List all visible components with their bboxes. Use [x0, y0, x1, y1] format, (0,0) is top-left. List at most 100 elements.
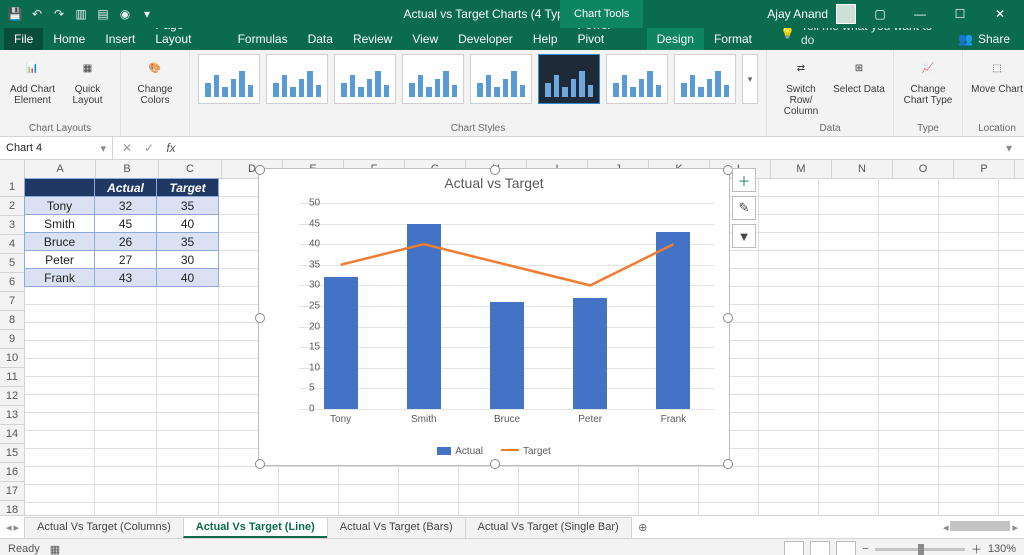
table-cell[interactable]: Tony [25, 197, 95, 215]
chart-styles-button[interactable]: ✎ [732, 196, 756, 220]
share-button[interactable]: 👥Share [944, 28, 1024, 50]
table-cell[interactable]: 32 [95, 197, 157, 215]
sheet-tab[interactable]: Actual Vs Target (Columns) [24, 517, 184, 538]
tab-home[interactable]: Home [43, 28, 95, 50]
row-header[interactable]: 15 [0, 444, 24, 463]
user-name[interactable]: Ajay Anand [767, 7, 828, 21]
avatar[interactable] [836, 4, 856, 24]
change-colors-button[interactable]: 🎨Change Colors [129, 54, 181, 106]
row-header[interactable]: 9 [0, 330, 24, 349]
col-header[interactable]: B [96, 160, 159, 178]
tab-design[interactable]: Design [647, 28, 704, 50]
new-sheet-button[interactable]: ⊕ [632, 521, 654, 534]
row-header[interactable]: 13 [0, 406, 24, 425]
chart-style-thumb[interactable] [470, 54, 532, 104]
camera-icon[interactable]: ◉ [118, 7, 132, 21]
chart-object[interactable]: Actual vs Target 05101520253035404550Ton… [258, 168, 730, 466]
table-cell[interactable]: 43 [95, 269, 157, 287]
row-header[interactable]: 1 [0, 178, 24, 197]
sheet-nav-prev-icon[interactable]: ◂ [6, 521, 12, 534]
page-layout-view-button[interactable] [810, 541, 830, 555]
ribbon-options-icon[interactable]: ▢ [864, 0, 896, 28]
sheet-nav-next-icon[interactable]: ▸ [14, 521, 20, 534]
row-header[interactable]: 10 [0, 349, 24, 368]
table-cell[interactable]: 40 [157, 215, 219, 233]
redo-icon[interactable]: ↷ [52, 7, 66, 21]
row-header[interactable]: 18 [0, 501, 24, 515]
tab-data[interactable]: Data [298, 28, 343, 50]
styles-more-icon[interactable]: ▾ [742, 54, 758, 104]
macro-record-icon[interactable]: ▦ [50, 543, 60, 555]
row-header[interactable]: 7 [0, 292, 24, 311]
maximize-icon[interactable]: ☐ [944, 0, 976, 28]
sheet-tab[interactable]: Actual Vs Target (Single Bar) [465, 517, 632, 538]
change-chart-type-button[interactable]: 📈Change Chart Type [902, 54, 954, 106]
tab-developer[interactable]: Developer [448, 28, 523, 50]
enter-formula-icon[interactable]: ✓ [141, 141, 157, 155]
chart-filters-button[interactable]: ▼ [732, 224, 756, 248]
table-header-cell[interactable]: Target [157, 179, 219, 197]
row-header[interactable]: 6 [0, 273, 24, 292]
qat-icon[interactable]: ▥ [74, 7, 88, 21]
worksheet-grid[interactable]: ABCDEFGHIJKLMNOP 12345678910111213141516… [0, 160, 1024, 515]
row-header[interactable]: 16 [0, 463, 24, 482]
row-header[interactable]: 3 [0, 216, 24, 235]
row-header[interactable]: 8 [0, 311, 24, 330]
tab-insert[interactable]: Insert [95, 28, 145, 50]
row-header[interactable]: 4 [0, 235, 24, 254]
autosave-icon[interactable]: 💾 [8, 7, 22, 21]
page-break-view-button[interactable] [836, 541, 856, 555]
table-cell[interactable]: Peter [25, 251, 95, 269]
row-header[interactable]: 11 [0, 368, 24, 387]
chevron-down-icon[interactable]: ▾ [100, 142, 106, 155]
tab-format[interactable]: Format [704, 28, 762, 50]
table-cell[interactable]: Smith [25, 215, 95, 233]
normal-view-button[interactable] [784, 541, 804, 555]
row-header[interactable]: 2 [0, 197, 24, 216]
select-all-corner[interactable] [0, 160, 25, 178]
tab-view[interactable]: View [402, 28, 448, 50]
sheet-tab[interactable]: Actual Vs Target (Line) [183, 517, 328, 538]
table-cell[interactable]: 40 [157, 269, 219, 287]
line-series[interactable] [299, 203, 715, 409]
tab-formulas[interactable]: Formulas [228, 28, 298, 50]
chart-title[interactable]: Actual vs Target [259, 175, 729, 191]
qat-more-icon[interactable]: ▾ [140, 7, 154, 21]
table-cell[interactable]: 27 [95, 251, 157, 269]
chart-style-thumb[interactable] [402, 54, 464, 104]
chart-style-thumb[interactable] [266, 54, 328, 104]
row-header[interactable]: 14 [0, 425, 24, 444]
table-cell[interactable]: Bruce [25, 233, 95, 251]
formula-bar[interactable] [185, 140, 994, 156]
chart-style-thumb[interactable] [334, 54, 396, 104]
col-header[interactable]: C [159, 160, 222, 178]
col-header[interactable]: A [25, 160, 96, 178]
table-cell[interactable]: 26 [95, 233, 157, 251]
col-header[interactable]: N [832, 160, 893, 178]
row-header[interactable]: 17 [0, 482, 24, 501]
sheet-tab[interactable]: Actual Vs Target (Bars) [327, 517, 466, 538]
plot-area[interactable]: 05101520253035404550TonySmithBrucePeterF… [299, 203, 715, 409]
select-data-button[interactable]: ⊞Select Data [833, 54, 885, 95]
move-chart-button[interactable]: ⬚Move Chart [971, 54, 1023, 95]
cancel-formula-icon[interactable]: ✕ [119, 141, 135, 155]
name-box[interactable]: Chart 4▾ [0, 137, 113, 159]
col-header[interactable]: P [954, 160, 1015, 178]
table-cell[interactable]: 35 [157, 233, 219, 251]
row-header[interactable]: 5 [0, 254, 24, 273]
expand-formula-bar-icon[interactable]: ▾ [1000, 141, 1018, 155]
hscroll-left-icon[interactable]: ◂ [943, 521, 949, 534]
row-header[interactable]: 12 [0, 387, 24, 406]
zoom-in-button[interactable]: ＋ [971, 541, 982, 555]
chart-style-thumb[interactable] [606, 54, 668, 104]
qat-icon-2[interactable]: ▤ [96, 7, 110, 21]
table-cell[interactable]: 35 [157, 197, 219, 215]
table-cell[interactable]: 30 [157, 251, 219, 269]
table-cell[interactable]: Frank [25, 269, 95, 287]
switch-row-column-button[interactable]: ⇄Switch Row/ Column [775, 54, 827, 117]
add-chart-element-button[interactable]: 📊Add Chart Element [8, 54, 57, 106]
quick-layout-button[interactable]: ▦Quick Layout [63, 54, 112, 106]
table-header-cell[interactable]: Actual [95, 179, 157, 197]
undo-icon[interactable]: ↶ [30, 7, 44, 21]
chart-style-thumb[interactable] [198, 54, 260, 104]
